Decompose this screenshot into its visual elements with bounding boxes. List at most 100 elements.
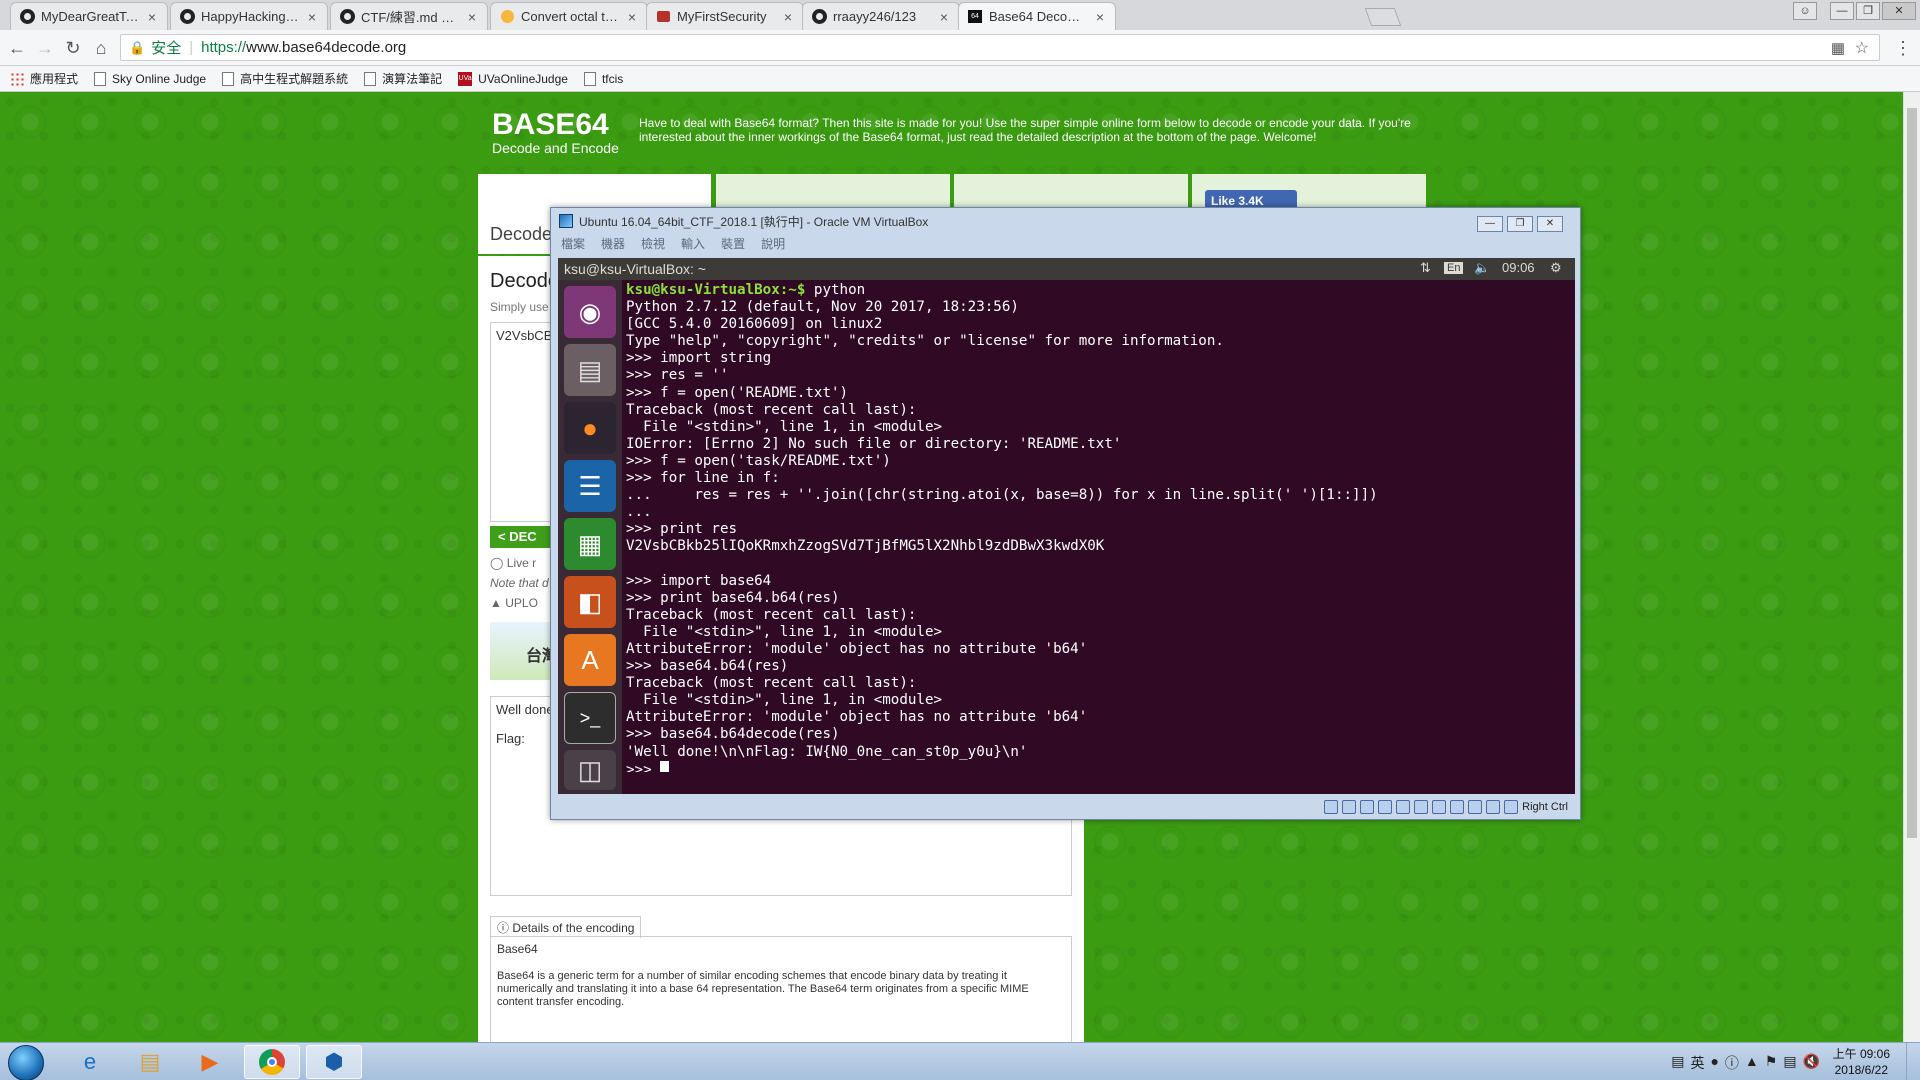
address-bar[interactable]: 🔒 安全 | https://www.base64decode.org ▦ ☆ bbox=[120, 34, 1880, 61]
help-icon[interactable]: ⓘ bbox=[1725, 1053, 1739, 1073]
bookmark-algorithm-notes[interactable]: 演算法筆記 bbox=[364, 70, 442, 87]
media-player-icon[interactable]: ▶ bbox=[182, 1045, 238, 1079]
close-icon[interactable]: × bbox=[781, 9, 795, 25]
close-icon[interactable]: × bbox=[937, 9, 951, 25]
flag-icon[interactable]: ⚑ bbox=[1765, 1053, 1778, 1073]
tab-1[interactable]: HappyHackingHigh/CT × bbox=[170, 2, 328, 30]
menu-input[interactable]: 輸入 bbox=[681, 235, 705, 252]
start-button[interactable] bbox=[8, 1045, 44, 1080]
bookmark-uva[interactable]: UVa UVaOnlineJudge bbox=[458, 71, 568, 86]
impress-icon[interactable]: ◧ bbox=[564, 576, 616, 628]
show-hidden-icons[interactable]: ▲ bbox=[1745, 1053, 1759, 1073]
tab-label: CTF/練習.md at master bbox=[361, 10, 459, 25]
forward-button[interactable]: → bbox=[34, 37, 56, 59]
menu-machine[interactable]: 機器 bbox=[601, 235, 625, 252]
vbox-minimize-button[interactable]: — bbox=[1477, 216, 1503, 232]
tab-0[interactable]: MyDearGreatTeacher / × bbox=[10, 2, 168, 30]
scrollbar-thumb[interactable] bbox=[1907, 108, 1917, 838]
upload-button[interactable]: ▲ UPLO bbox=[490, 596, 538, 610]
restore-button[interactable]: ❐ bbox=[1856, 2, 1880, 20]
virtualbox-window: Ubuntu 16.04_64bit_CTF_2018.1 [執行中] - Or… bbox=[550, 207, 1581, 820]
tab-3[interactable]: Convert octal to text - C × bbox=[490, 2, 648, 30]
menu-help[interactable]: 說明 bbox=[761, 235, 785, 252]
live-mode-toggle[interactable]: ◯ Live r bbox=[490, 556, 536, 570]
shared-folder-icon[interactable] bbox=[1414, 800, 1429, 814]
menu-devices[interactable]: 裝置 bbox=[721, 235, 745, 252]
recording-icon[interactable] bbox=[1450, 800, 1465, 814]
bookmark-label: 演算法筆記 bbox=[382, 72, 443, 86]
url-host: www.base64decode.org bbox=[246, 39, 407, 56]
keyboard-layout[interactable]: En bbox=[1444, 262, 1464, 274]
new-tab-button[interactable] bbox=[1364, 8, 1402, 26]
network-icon[interactable]: ▤ bbox=[1783, 1053, 1796, 1073]
close-icon[interactable]: × bbox=[1093, 9, 1107, 25]
terminal-output[interactable]: ksu@ksu-VirtualBox:~$ python Python 2.7.1… bbox=[624, 280, 1572, 772]
network-icon[interactable]: ⇅ bbox=[1420, 260, 1431, 276]
ime-language[interactable]: 英 bbox=[1690, 1053, 1704, 1073]
translate-icon[interactable]: ▦ bbox=[1831, 39, 1845, 57]
terminal-text: ... res = res + ''.join([chr(string.atoi… bbox=[626, 487, 1378, 504]
keyboard-icon[interactable] bbox=[1504, 800, 1519, 814]
close-icon[interactable]: × bbox=[305, 9, 319, 25]
menu-view[interactable]: 檢視 bbox=[641, 235, 665, 252]
back-button[interactable]: ← bbox=[6, 37, 28, 59]
close-window-button[interactable]: ✕ bbox=[1882, 2, 1916, 20]
bookmark-label: 應用程式 bbox=[30, 72, 79, 86]
menu-file[interactable]: 檔案 bbox=[561, 235, 585, 252]
bookmark-sky-online-judge[interactable]: Sky Online Judge bbox=[94, 71, 206, 86]
chrome-icon[interactable] bbox=[244, 1045, 300, 1079]
close-icon[interactable]: × bbox=[465, 9, 479, 25]
bookmark-apps[interactable]: 應用程式 bbox=[10, 70, 78, 87]
details-tab[interactable]: ⓘ Details of the encoding bbox=[490, 916, 642, 938]
tab-6[interactable]: 64 Base64 Decode and En × bbox=[958, 2, 1116, 30]
tray-app-icon[interactable]: ● bbox=[1710, 1053, 1718, 1073]
terminal-text: >>> print res bbox=[626, 521, 738, 538]
minimize-button[interactable]: — bbox=[1830, 2, 1854, 20]
settings-gear-icon[interactable]: ⚙ bbox=[1550, 260, 1562, 276]
terminal-icon[interactable]: >_ bbox=[564, 692, 616, 744]
trash-icon[interactable]: ◫ bbox=[564, 750, 616, 790]
home-button[interactable]: ⌂ bbox=[90, 37, 112, 59]
vbox-restore-button[interactable]: ❐ bbox=[1507, 216, 1533, 232]
network-adapter-icon[interactable] bbox=[1378, 800, 1393, 814]
display-icon[interactable] bbox=[1432, 800, 1447, 814]
virtualbox-taskbar-icon[interactable]: ⬢ bbox=[306, 1045, 362, 1079]
mouse-integration-icon[interactable] bbox=[1486, 800, 1501, 814]
tab-4[interactable]: MyFirstSecurity × bbox=[646, 2, 804, 30]
vbox-title-bar[interactable]: Ubuntu 16.04_64bit_CTF_2018.1 [執行中] - Or… bbox=[551, 208, 1580, 234]
cpu-icon[interactable] bbox=[1468, 800, 1483, 814]
site-logo[interactable]: BASE64 Decode and Encode bbox=[492, 108, 619, 156]
star-icon[interactable]: ☆ bbox=[1855, 38, 1869, 58]
tab-2[interactable]: CTF/練習.md at master × bbox=[330, 2, 488, 30]
usb-icon[interactable] bbox=[1396, 800, 1411, 814]
bookmark-zerojudge[interactable]: 高中生程式解題系統 bbox=[222, 70, 348, 87]
optical-drive-icon[interactable] bbox=[1342, 800, 1357, 814]
explorer-icon[interactable]: ▤ bbox=[122, 1045, 178, 1079]
tab-5[interactable]: rraayy246/123 × bbox=[802, 2, 960, 30]
calc-icon[interactable]: ▦ bbox=[564, 518, 616, 570]
firefox-icon[interactable]: ● bbox=[564, 402, 616, 454]
hdd-icon[interactable] bbox=[1324, 800, 1339, 814]
ime-icon[interactable]: ▤ bbox=[1671, 1053, 1684, 1073]
close-icon[interactable]: × bbox=[625, 9, 639, 25]
ie-icon[interactable]: e bbox=[62, 1045, 118, 1079]
show-desktop-button[interactable] bbox=[1906, 1043, 1920, 1080]
page-scrollbar[interactable] bbox=[1903, 92, 1920, 1042]
clock[interactable]: 09:06 bbox=[1502, 260, 1535, 275]
audio-icon[interactable] bbox=[1360, 800, 1375, 814]
panel-subtitle: Simply use bbox=[490, 300, 549, 314]
system-clock[interactable]: 上午 09:06 2018/6/22 bbox=[1833, 1046, 1890, 1078]
software-center-icon[interactable]: A bbox=[564, 634, 616, 686]
bookmark-tfcis[interactable]: tfcis bbox=[583, 71, 623, 86]
volume-icon[interactable]: 🔈 bbox=[1474, 260, 1490, 276]
volume-mute-icon[interactable]: 🔇 bbox=[1803, 1053, 1820, 1073]
writer-icon[interactable]: ☰ bbox=[564, 460, 616, 512]
user-icon[interactable]: ☺ bbox=[1793, 2, 1817, 20]
close-icon[interactable]: × bbox=[145, 9, 159, 25]
apps-icon bbox=[10, 71, 24, 86]
files-icon[interactable]: ▤ bbox=[564, 344, 616, 396]
vbox-close-button[interactable]: ✕ bbox=[1537, 216, 1563, 232]
reload-button[interactable]: ↻ bbox=[62, 37, 84, 59]
ubuntu-dash-icon[interactable]: ◉ bbox=[564, 286, 616, 338]
menu-icon[interactable]: ⋮ bbox=[1892, 37, 1914, 59]
